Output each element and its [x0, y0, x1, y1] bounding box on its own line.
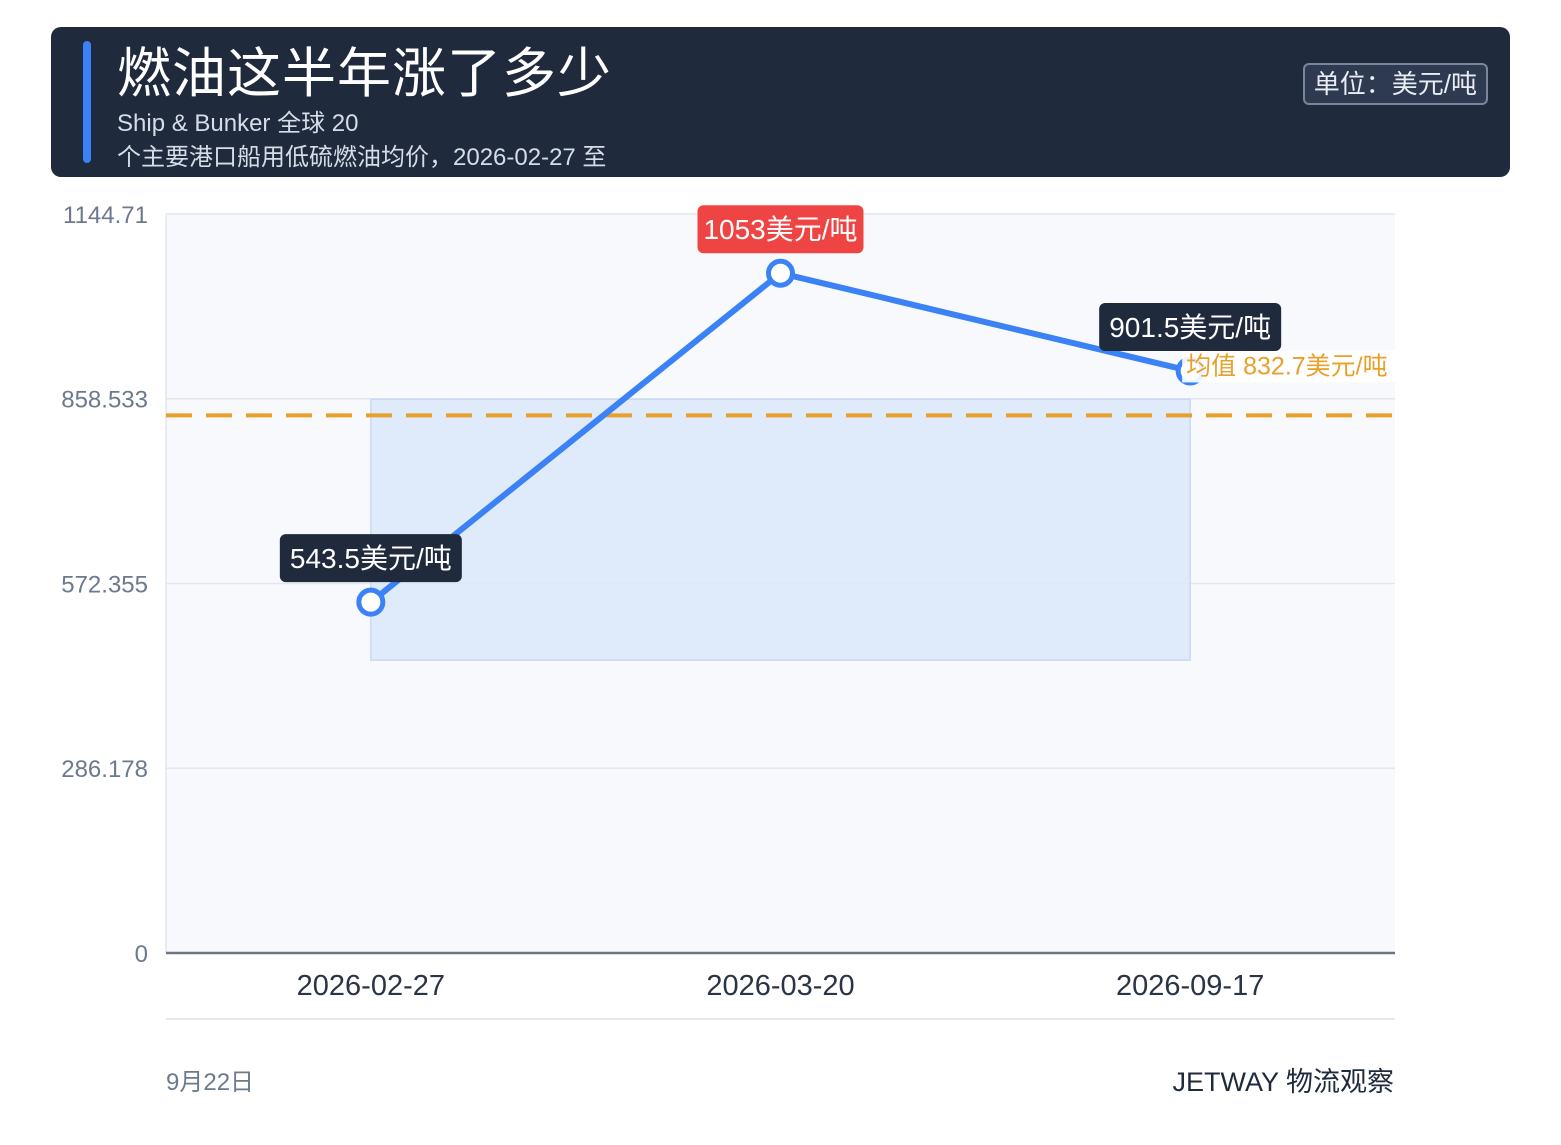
data-label: 901.5美元/吨 [1109, 312, 1271, 343]
footer-brand: JETWAY 物流观察 [1172, 1067, 1394, 1097]
x-tick-label: 2026-03-20 [706, 970, 854, 1002]
y-tick-label: 1144.71 [63, 202, 148, 229]
footer-date: 9月22日 [166, 1069, 255, 1096]
data-point-marker [766, 258, 795, 288]
data-point-marker [356, 587, 386, 617]
x-tick-label: 2026-02-27 [297, 970, 445, 1002]
average-label: 均值 832.7美元/吨 [1186, 352, 1387, 380]
y-tick-label: 286.178 [61, 756, 148, 783]
area-fill [370, 398, 1191, 661]
line-chart: 0 286.178 572.355 858.533 1144.71 2026-02-27 2… [61, 202, 1411, 1020]
data-label: 1053美元/吨 [703, 214, 857, 245]
data-label: 543.5美元/吨 [290, 543, 452, 574]
y-tick-label: 858.533 [61, 387, 148, 414]
x-tick-label: 2026-09-17 [1116, 970, 1264, 1002]
y-tick-label: 0 [135, 941, 148, 968]
y-tick-label: 572.355 [61, 572, 148, 599]
